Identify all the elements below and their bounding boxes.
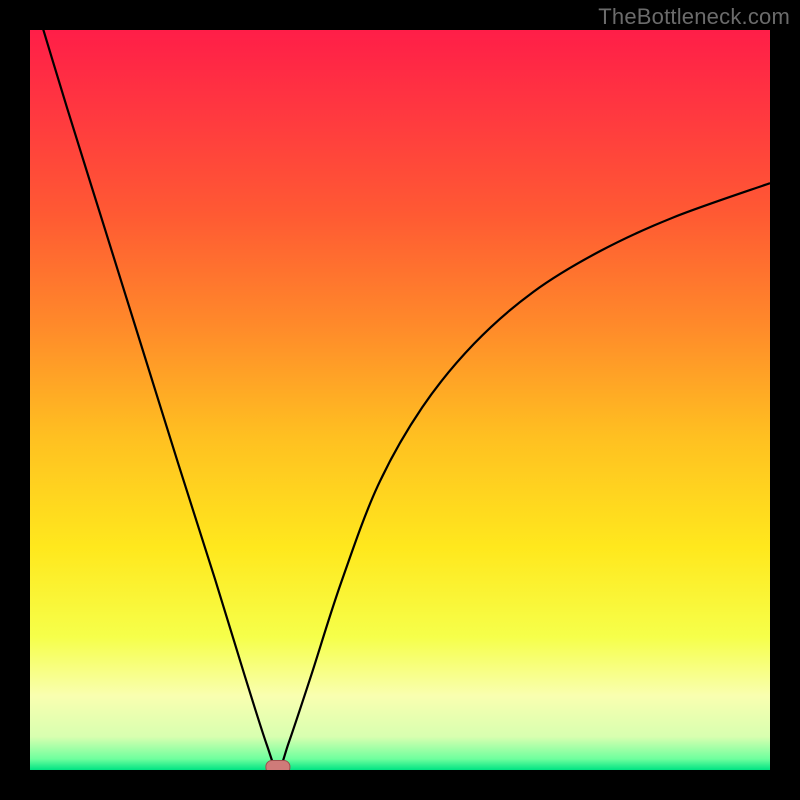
plot-area: [30, 30, 770, 770]
chart-frame: TheBottleneck.com: [0, 0, 800, 800]
gradient-background: [30, 30, 770, 770]
optimum-marker: [266, 761, 290, 770]
watermark-text: TheBottleneck.com: [598, 4, 790, 30]
chart-svg: [30, 30, 770, 770]
